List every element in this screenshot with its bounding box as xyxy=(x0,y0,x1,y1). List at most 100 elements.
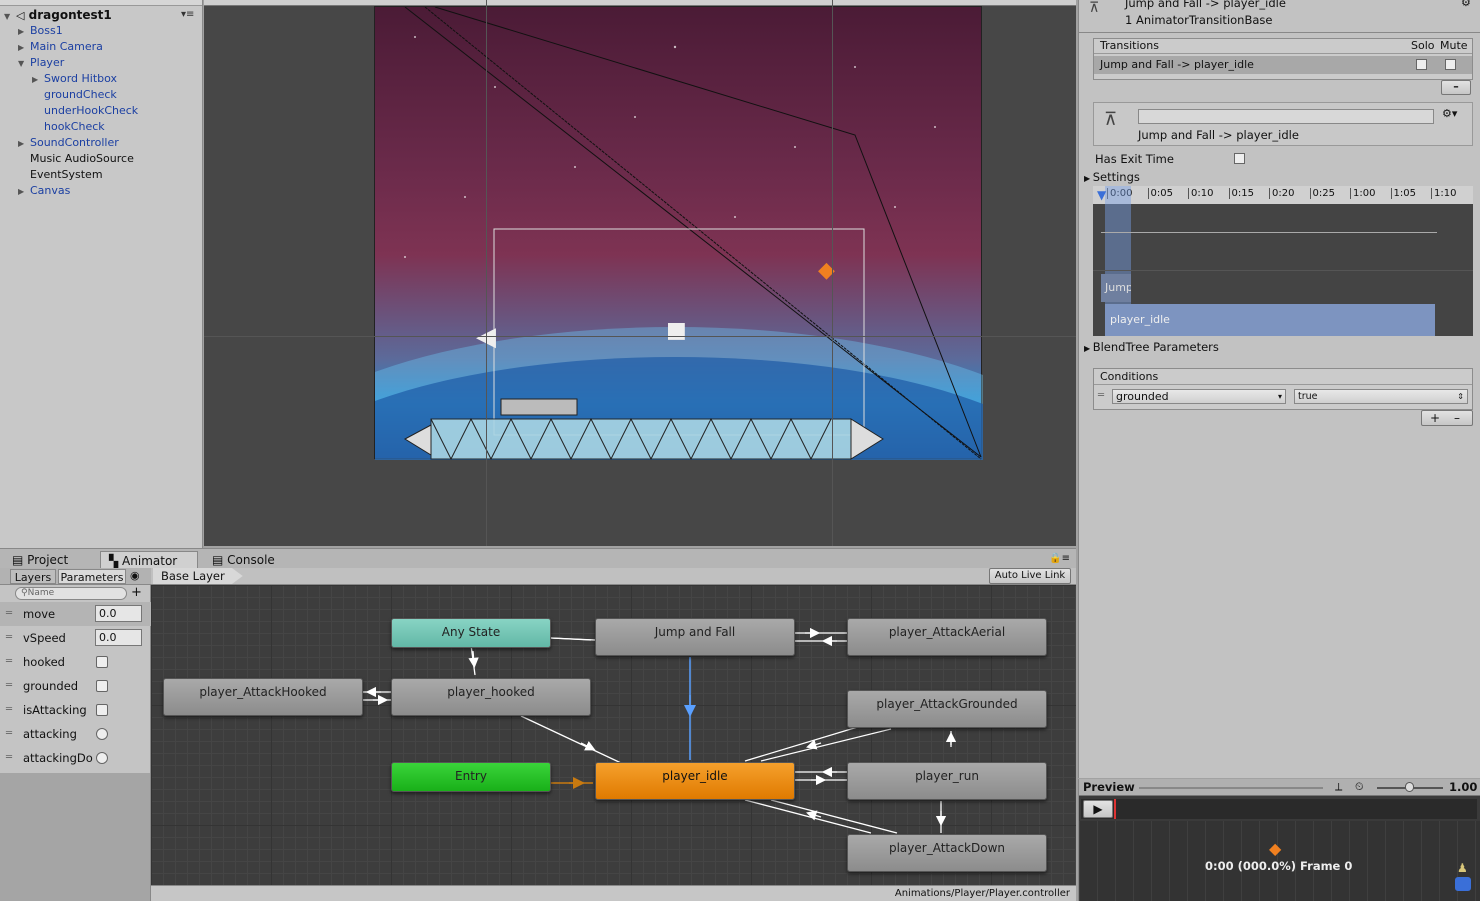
drag-handle-icon[interactable]: ═ xyxy=(6,746,12,770)
hierarchy-item[interactable]: ▶ SoundController xyxy=(18,135,119,151)
scene-menu-icon[interactable]: ▾≡ xyxy=(181,9,194,20)
timeline-source-clip[interactable]: Jump xyxy=(1101,274,1131,302)
play-button[interactable]: ▶ xyxy=(1083,800,1113,818)
state-attack-aerial[interactable]: player_AttackAerial xyxy=(847,618,1047,656)
breadcrumb-base-layer[interactable]: Base Layer xyxy=(153,568,243,584)
hierarchy-item[interactable]: EventSystem xyxy=(18,167,103,183)
drag-handle-icon[interactable]: ═ xyxy=(6,674,12,698)
tab-animator[interactable]: ▚ Animator xyxy=(100,551,198,569)
remove-transition-button[interactable]: – xyxy=(1441,80,1471,95)
solo-checkbox[interactable] xyxy=(1416,59,1427,70)
speed-icon[interactable]: ⏲ xyxy=(1355,780,1364,794)
timeline-dest-clip[interactable]: player_idle xyxy=(1105,304,1435,336)
parameter-bool-checkbox[interactable] xyxy=(96,704,108,716)
collapse-triangle-icon[interactable]: ▶ xyxy=(18,40,30,56)
preview-viewport[interactable]: ◆ 0:00 (000.0%) Frame 0 ♟ xyxy=(1079,821,1480,901)
timeline-tick-label: 0:15 xyxy=(1228,188,1254,199)
hierarchy-item[interactable]: groundCheck xyxy=(32,87,117,103)
lock-icon[interactable]: 🔒≡ xyxy=(1049,553,1070,564)
state-player-run[interactable]: player_run xyxy=(847,762,1047,800)
playhead-icon[interactable]: ▼ xyxy=(1097,188,1106,202)
state-any-state[interactable]: Any State xyxy=(391,618,551,648)
condition-value-select[interactable]: true ⇕ xyxy=(1294,389,1468,404)
parameter-row[interactable]: ═ hooked xyxy=(0,650,151,674)
drag-handle-icon[interactable]: ═ xyxy=(6,602,12,626)
collapse-triangle-icon[interactable]: ▶ xyxy=(18,184,30,200)
hierarchy-item[interactable]: ▼ Player xyxy=(18,55,64,71)
drag-handle-icon[interactable]: ═ xyxy=(6,722,12,746)
drag-handle-icon[interactable]: ═ xyxy=(6,626,12,650)
preview-playhead[interactable] xyxy=(1114,799,1116,819)
hierarchy-item[interactable]: ▶ Main Camera xyxy=(18,39,103,55)
parameter-row[interactable]: ═ move 0.0 xyxy=(0,602,151,626)
parameter-row[interactable]: ═ attacking xyxy=(0,722,151,746)
drag-handle-icon[interactable]: ═ xyxy=(6,650,12,674)
hierarchy-item-label: Music AudioSource xyxy=(30,152,134,165)
parameter-name: grounded xyxy=(23,679,79,693)
parameter-row[interactable]: ═ vSpeed 0.0 xyxy=(0,626,151,650)
hierarchy-item[interactable]: ▶ Sword Hitbox xyxy=(32,71,117,87)
collapse-triangle-icon[interactable]: ▶ xyxy=(18,24,30,40)
preview-timeline[interactable]: ▶ xyxy=(1081,799,1477,819)
mute-checkbox[interactable] xyxy=(1445,59,1456,70)
hierarchy-item[interactable]: Music AudioSource xyxy=(18,151,134,167)
tab-project[interactable]: ▤ Project xyxy=(4,551,96,569)
expand-triangle-icon[interactable]: ▼ xyxy=(4,9,16,25)
add-parameter-button[interactable]: + xyxy=(131,585,142,600)
scene-view[interactable]: ◀ ■ ◆ xyxy=(204,0,1076,546)
tab-console-label: Console xyxy=(227,553,275,567)
state-attack-grounded[interactable]: player_AttackGrounded xyxy=(847,690,1047,728)
hierarchy-item[interactable]: hookCheck xyxy=(32,119,105,135)
expand-triangle-icon[interactable]: ▼ xyxy=(18,56,30,72)
eye-icon[interactable]: ◉ xyxy=(130,569,140,582)
hierarchy-item[interactable]: ▶ Canvas xyxy=(18,183,70,199)
has-exit-time-checkbox[interactable] xyxy=(1234,153,1245,164)
hierarchy-item[interactable]: underHookCheck xyxy=(32,103,138,119)
animator-layer-bar: Base Layer Auto Live Link xyxy=(151,568,1076,585)
transition-timeline[interactable]: 0:00 0:05 0:10 0:15 0:20 0:25 1:00 1:05 1:10 Jum… xyxy=(1093,186,1473,336)
parameters-empty-area xyxy=(0,773,151,901)
tag-icon[interactable] xyxy=(1455,877,1471,891)
hierarchy-item[interactable]: ▶ Boss1 xyxy=(18,23,63,39)
drag-handle-icon[interactable]: ═ xyxy=(6,698,12,722)
parameter-search-input[interactable]: ⚲Name xyxy=(15,587,127,600)
divider xyxy=(1079,32,1480,33)
parameter-row[interactable]: ═ attackingDo xyxy=(0,746,151,770)
state-attack-hooked[interactable]: player_AttackHooked xyxy=(163,678,363,716)
speed-slider-thumb[interactable] xyxy=(1405,782,1414,792)
blendtree-foldout[interactable]: ▶ BlendTree Parameters xyxy=(1084,340,1219,354)
state-jump-and-fall[interactable]: Jump and Fall xyxy=(595,618,795,656)
state-entry[interactable]: Entry xyxy=(391,762,551,792)
parameter-bool-checkbox[interactable] xyxy=(96,656,108,668)
gear-icon[interactable]: ⚙▾ xyxy=(1442,107,1457,120)
scene-root[interactable]: ▼ ◁ dragontest1 xyxy=(4,7,112,23)
settings-foldout[interactable]: ▶ Settings xyxy=(1084,170,1140,184)
parameter-float-field[interactable]: 0.0 xyxy=(95,605,142,622)
hierarchy-item-label: Boss1 xyxy=(30,24,63,37)
tab-layers[interactable]: Layers xyxy=(10,569,56,584)
parameter-float-field[interactable]: 0.0 xyxy=(95,629,142,646)
parameter-row[interactable]: ═ grounded xyxy=(0,674,151,698)
state-hooked[interactable]: player_hooked xyxy=(391,678,591,716)
tab-parameters[interactable]: Parameters xyxy=(58,569,126,584)
tab-console[interactable]: ▤ Console xyxy=(204,551,300,569)
remove-condition-button[interactable]: – xyxy=(1454,411,1460,425)
pivot-icon[interactable]: ⟂ xyxy=(1335,780,1342,794)
parameter-row[interactable]: ═ isAttacking xyxy=(0,698,151,722)
parameter-bool-checkbox[interactable] xyxy=(96,680,108,692)
collapse-triangle-icon[interactable]: ▶ xyxy=(32,72,44,88)
parameter-trigger-radio[interactable] xyxy=(96,728,108,740)
condition-parameter-select[interactable]: grounded ▾ xyxy=(1112,389,1286,404)
auto-live-link-button[interactable]: Auto Live Link xyxy=(989,568,1071,584)
animator-graph[interactable]: Any State Jump and Fall player_AttackAer… xyxy=(151,585,1076,885)
gear-icon[interactable]: ⚙ xyxy=(1461,0,1471,9)
state-attack-down[interactable]: player_AttackDown xyxy=(847,834,1047,872)
transition-row[interactable]: Jump and Fall -> player_idle xyxy=(1094,56,1472,74)
drag-handle-icon[interactable]: ═ xyxy=(1098,390,1104,401)
avatar-icon[interactable]: ♟ xyxy=(1457,861,1468,875)
state-player-idle[interactable]: player_idle xyxy=(595,762,795,800)
transition-name-field[interactable] xyxy=(1138,109,1434,124)
parameter-trigger-radio[interactable] xyxy=(96,752,108,764)
add-condition-button[interactable]: + xyxy=(1430,411,1440,425)
collapse-triangle-icon[interactable]: ▶ xyxy=(18,136,30,152)
